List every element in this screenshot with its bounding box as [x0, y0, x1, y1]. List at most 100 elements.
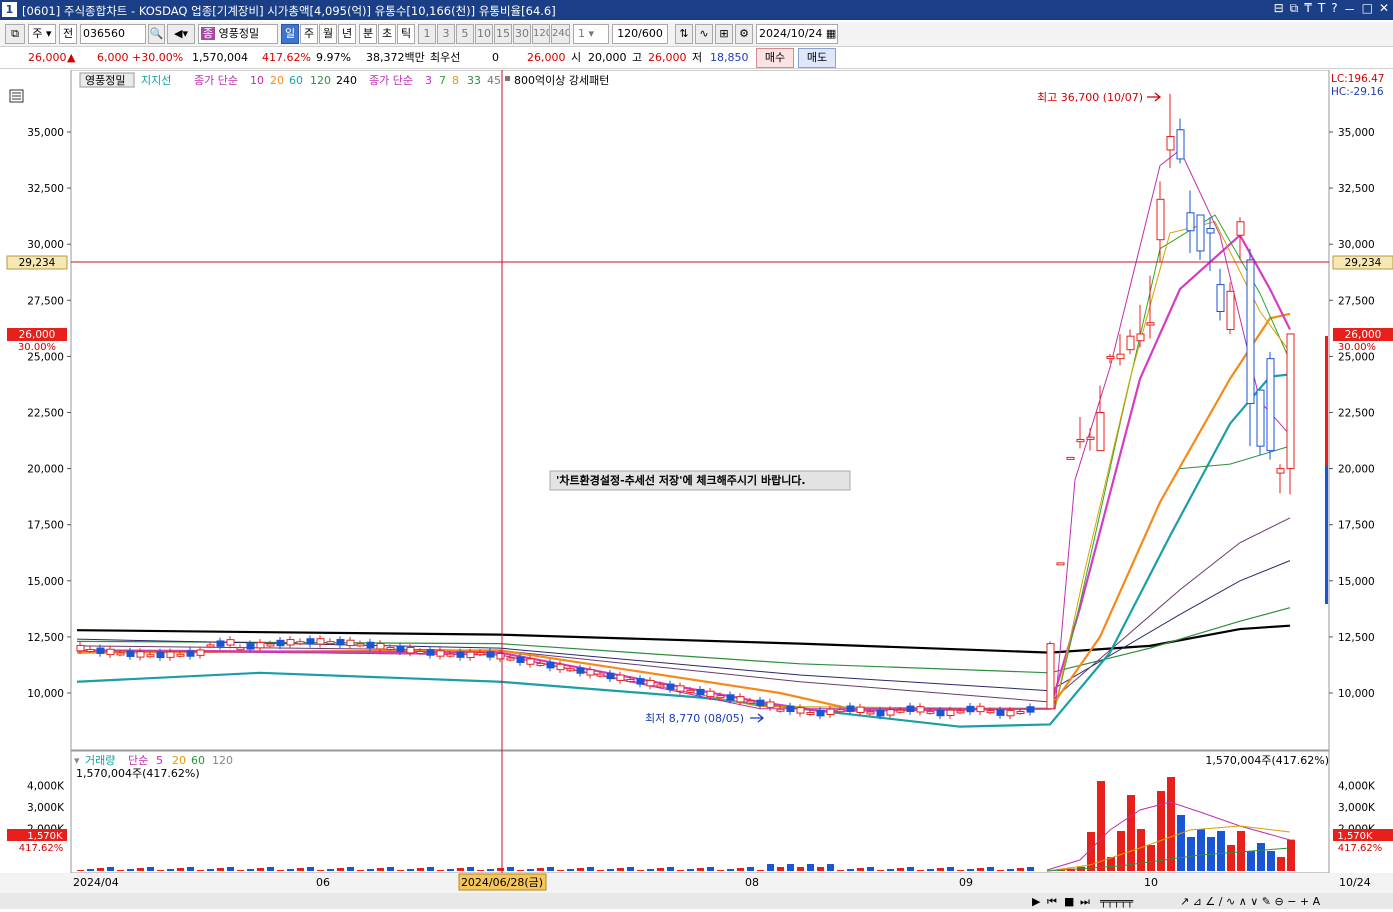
price-label-left: 25,000 — [27, 351, 64, 363]
arrange-icon[interactable]: ⇅ — [675, 24, 693, 44]
candle-body — [596, 673, 605, 677]
candle-body — [1076, 438, 1085, 443]
candle-body — [556, 663, 565, 671]
zoom-ruler-icon[interactable]: ╤╤╤╤╤ — [1099, 895, 1133, 908]
stop-icon[interactable]: ■ — [1064, 895, 1074, 908]
candle-body — [146, 654, 155, 658]
tab-year[interactable]: 년 — [338, 24, 356, 44]
count-input[interactable]: 120/600 — [612, 24, 668, 44]
add-icon[interactable]: ⊞ — [715, 24, 733, 44]
candle-body — [656, 684, 665, 688]
market-type-select[interactable]: 주 ▾ — [28, 24, 56, 44]
candle-body — [446, 653, 455, 657]
candle-body — [1236, 221, 1245, 236]
candle-body — [1226, 290, 1235, 330]
drawing-tools-icon[interactable]: ↗ ⊿ ∠ ∕ ∿ ∧ ∨ ✎ ⊖ − + A — [1180, 895, 1321, 908]
candle-body — [416, 650, 425, 654]
candle-body — [836, 709, 845, 713]
chart-icon[interactable]: ∿ — [695, 24, 713, 44]
candle-body — [886, 709, 895, 716]
candle-body — [936, 709, 945, 717]
help-icon[interactable]: ? — [1331, 1, 1337, 18]
volume-bar — [557, 870, 564, 871]
minute-1[interactable]: 1 — [418, 24, 436, 44]
legend-ma-close-2[interactable]: 종가 단순 — [369, 74, 413, 87]
buy-button[interactable]: 매수 — [756, 48, 794, 68]
candle-body — [1186, 212, 1195, 232]
pin-icon[interactable]: ₸ — [1304, 1, 1312, 18]
gear-icon[interactable]: ⚙ — [735, 24, 753, 44]
tab-tick[interactable]: 틱 — [397, 24, 415, 44]
time-axis-bar — [0, 873, 1393, 893]
sell-button[interactable]: 매도 — [798, 48, 836, 68]
restore-small-icon[interactable]: ⧉ — [1290, 1, 1299, 18]
time-label-oct: 10 — [1144, 876, 1158, 889]
date-input[interactable]: 2024/10/24 ▦ — [756, 24, 838, 44]
legend-ma-10: 10 — [250, 74, 264, 87]
candle-body — [766, 701, 775, 708]
speaker-icon[interactable]: ◀▾ — [167, 24, 195, 44]
volume-bar — [97, 868, 104, 871]
crosshair-date: 2024/06/28(금) — [461, 876, 543, 889]
volume-label-right: 3,000K — [1338, 802, 1376, 814]
scroll-right-icon[interactable]: ▶ — [1032, 895, 1041, 908]
tab-second[interactable]: 초 — [378, 24, 396, 44]
volume-ma-label[interactable]: 단순 — [128, 754, 148, 767]
stock-name-field[interactable]: 종 영풍정밀 — [198, 24, 278, 44]
candle-body — [756, 699, 765, 707]
price-label-right: 20,000 — [1338, 464, 1375, 476]
chart-svg[interactable]: 10,000 12,500 15,000 17,500 20,000 22,500 25,0… — [0, 69, 1393, 909]
volume-bar — [487, 869, 494, 871]
open-label: 시 — [571, 51, 582, 64]
minute-30[interactable]: 30 — [513, 24, 531, 44]
volume-bar — [497, 868, 504, 871]
window-controls: ⊟ ⧉ ₸ T ? － □ ✕ — [1274, 1, 1389, 18]
volume-bar — [707, 867, 714, 871]
volume-bar — [837, 870, 844, 871]
text-icon[interactable]: T — [1318, 1, 1325, 18]
volume-bar — [277, 870, 284, 871]
minute-240[interactable]: 240 — [551, 24, 570, 44]
minute-120[interactable]: 120 — [532, 24, 550, 44]
tab-day[interactable]: 일 — [281, 24, 299, 44]
candle-body — [826, 708, 835, 716]
price-chart-area[interactable]: 10,000 12,500 15,000 17,500 20,000 22,500 25,0… — [0, 69, 1393, 909]
minute-5[interactable]: 5 — [456, 24, 474, 44]
volume-bar — [307, 867, 314, 871]
link-icon[interactable]: ⊟ — [1274, 1, 1284, 18]
legend-ma-120: 120 — [310, 74, 331, 87]
legend-ma-close[interactable]: 종가 단순 — [194, 74, 238, 87]
volume-bar — [227, 867, 234, 871]
maximize-button[interactable]: □ — [1362, 1, 1373, 18]
stock-code-input[interactable]: 036560 — [80, 24, 146, 44]
prev-select[interactable]: 전 — [59, 24, 77, 44]
tab-minute[interactable]: 분 — [359, 24, 377, 44]
candle-body — [846, 705, 855, 712]
tab-week[interactable]: 주 — [300, 24, 318, 44]
screen-icon[interactable]: ⧉ — [5, 24, 25, 44]
candle-body — [546, 661, 555, 669]
search-icon[interactable]: 🔍 — [148, 24, 165, 44]
volume-bar — [957, 870, 964, 871]
volume-label[interactable]: 거래량 — [85, 754, 115, 767]
volume-bar — [107, 867, 114, 871]
minute-15[interactable]: 15 — [494, 24, 512, 44]
scroll-end-icon[interactable]: ⏭ — [1080, 895, 1090, 908]
volume-bar — [807, 864, 814, 871]
candle-body — [916, 706, 925, 713]
legend-support[interactable]: 지지선 — [141, 74, 171, 87]
scroll-start-icon[interactable]: ⏮ — [1047, 895, 1057, 908]
window-number: 1 — [2, 2, 17, 17]
unit-select[interactable]: 1 ▾ — [573, 24, 609, 44]
close-button[interactable]: ✕ — [1379, 1, 1389, 18]
minimize-button[interactable]: － — [1344, 1, 1356, 18]
minute-10[interactable]: 10 — [475, 24, 493, 44]
volume-bar — [997, 870, 1004, 871]
minute-3[interactable]: 3 — [437, 24, 455, 44]
price-label-left: 17,500 — [27, 520, 64, 532]
tab-month[interactable]: 월 — [319, 24, 337, 44]
candle-body — [166, 651, 175, 658]
legend-pattern[interactable]: 800억이상 강세패턴 — [514, 74, 609, 87]
candle-body — [526, 658, 535, 665]
volume-bar — [597, 870, 604, 871]
